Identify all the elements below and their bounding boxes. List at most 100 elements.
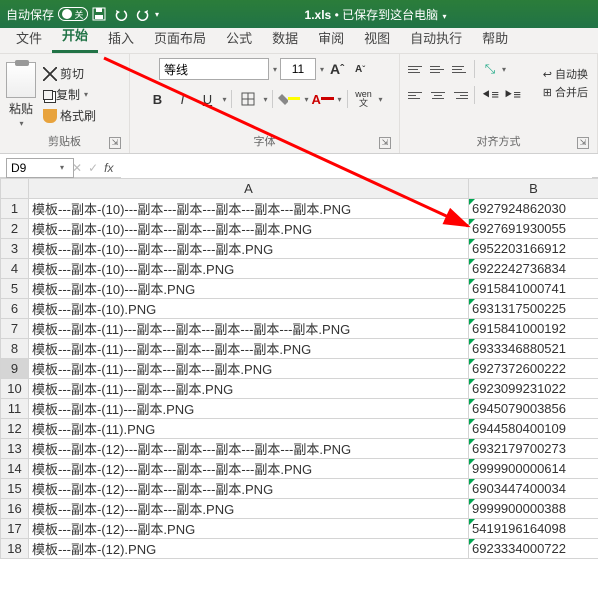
cell[interactable]: 6923099231022 [469,379,598,399]
align-middle-button[interactable] [428,60,448,78]
align-bottom-button[interactable] [450,60,470,78]
merge-button[interactable]: ⊞合并后 [543,84,588,100]
cell[interactable]: 模板---副本-(10)---副本---副本---副本---副本---副本.PN… [29,199,469,219]
border-button[interactable] [237,88,259,110]
col-header-a[interactable]: A [29,179,469,199]
cell[interactable]: 6903447400034 [469,479,598,499]
undo-icon[interactable] [112,5,130,23]
redo-icon[interactable] [134,5,152,23]
tab-view[interactable]: 视图 [354,24,400,53]
cell[interactable]: 6932179700273 [469,439,598,459]
row-header[interactable]: 18 [1,539,29,559]
increase-font-button[interactable]: Aˆ [327,59,347,79]
row-header[interactable]: 3 [1,239,29,259]
tab-layout[interactable]: 页面布局 [144,24,216,53]
cell[interactable]: 6945079003856 [469,399,598,419]
col-header-b[interactable]: B [469,179,598,199]
tab-home[interactable]: 开始 [52,21,98,53]
select-all-corner[interactable] [1,179,29,199]
tab-data[interactable]: 数据 [262,24,308,53]
row-header[interactable]: 1 [1,199,29,219]
row-header[interactable]: 10 [1,379,29,399]
row-header[interactable]: 6 [1,299,29,319]
copy-button[interactable]: 复制▾ [40,85,99,104]
tab-auto[interactable]: 自动执行 [400,24,472,53]
cell[interactable]: 6915841000741 [469,279,598,299]
cell[interactable]: 6927691930055 [469,219,598,239]
cell[interactable]: 模板---副本-(12).PNG [29,539,469,559]
cell[interactable]: 模板---副本-(12)---副本---副本---副本---副本.PNG [29,459,469,479]
cell[interactable]: 模板---副本-(10)---副本---副本.PNG [29,259,469,279]
decrease-font-button[interactable]: Aˇ [350,59,370,79]
fx-icon[interactable]: fx [104,161,113,175]
cell[interactable]: 6952203166912 [469,239,598,259]
row-header[interactable]: 9 [1,359,29,379]
align-center-button[interactable] [428,86,448,104]
increase-indent-button[interactable]: ⯈≡ [501,84,523,106]
row-header[interactable]: 5 [1,279,29,299]
font-launcher-icon[interactable]: ⇲ [379,137,391,149]
decrease-indent-button[interactable]: ⯇≡ [479,84,501,106]
row-header[interactable]: 13 [1,439,29,459]
row-header[interactable]: 11 [1,399,29,419]
tab-formulas[interactable]: 公式 [216,24,262,53]
cell[interactable]: 模板---副本-(12)---副本---副本---副本.PNG [29,479,469,499]
align-launcher-icon[interactable]: ⇲ [577,137,589,149]
cell[interactable]: 模板---副本-(11)---副本---副本---副本---副本---副本.PN… [29,319,469,339]
cell[interactable]: 模板---副本-(11)---副本---副本---副本---副本.PNG [29,339,469,359]
cell[interactable]: 模板---副本-(10).PNG [29,299,469,319]
formula-input[interactable] [121,158,592,178]
cell[interactable]: 模板---副本-(12)---副本.PNG [29,519,469,539]
cell[interactable]: 模板---副本-(12)---副本---副本.PNG [29,499,469,519]
tab-review[interactable]: 审阅 [308,24,354,53]
cell[interactable]: 6927924862030 [469,199,598,219]
cell[interactable]: 模板---副本-(11)---副本.PNG [29,399,469,419]
row-header[interactable]: 7 [1,319,29,339]
phonetic-button[interactable]: wen文 [353,88,375,110]
paste-icon[interactable] [6,62,36,98]
cell[interactable]: 9999900000614 [469,459,598,479]
row-header[interactable]: 15 [1,479,29,499]
cell[interactable]: 模板---副本-(11)---副本---副本.PNG [29,379,469,399]
row-header[interactable]: 8 [1,339,29,359]
cell[interactable]: 9999900000388 [469,499,598,519]
enter-icon[interactable]: ✓ [88,161,98,175]
cell[interactable]: 6933346880521 [469,339,598,359]
cancel-icon[interactable]: ✕ [72,161,82,175]
tab-help[interactable]: 帮助 [472,24,518,53]
font-color-button[interactable]: A [312,88,334,110]
orientation-button[interactable]: ⤡ [479,58,501,80]
cell[interactable]: 模板---副本-(11).PNG [29,419,469,439]
cell[interactable]: 6915841000192 [469,319,598,339]
bold-button[interactable]: B [146,88,168,110]
row-header[interactable]: 14 [1,459,29,479]
cell[interactable]: 6927372600222 [469,359,598,379]
cell[interactable]: 6922242736834 [469,259,598,279]
cell[interactable]: 模板---副本-(10)---副本---副本---副本---副本.PNG [29,219,469,239]
row-header[interactable]: 12 [1,419,29,439]
tab-insert[interactable]: 插入 [98,24,144,53]
paste-button[interactable]: 粘贴 [9,100,33,117]
italic-button[interactable]: I [171,88,193,110]
align-top-button[interactable] [406,60,426,78]
cell[interactable]: 模板---副本-(10)---副本.PNG [29,279,469,299]
format-painter-button[interactable]: 格式刷 [40,106,99,125]
cell[interactable]: 6923334000722 [469,539,598,559]
underline-button[interactable]: U [196,88,218,110]
row-header[interactable]: 16 [1,499,29,519]
cell[interactable]: 6944580400109 [469,419,598,439]
font-name-input[interactable] [159,58,269,80]
fill-color-button[interactable] [278,88,300,110]
align-right-button[interactable] [450,86,470,104]
cell[interactable]: 模板---副本-(11)---副本---副本---副本.PNG [29,359,469,379]
cell[interactable]: 5419196164098 [469,519,598,539]
cell[interactable]: 模板---副本-(10)---副本---副本---副本.PNG [29,239,469,259]
row-header[interactable]: 17 [1,519,29,539]
font-size-input[interactable] [280,58,316,80]
align-left-button[interactable] [406,86,426,104]
tab-file[interactable]: 文件 [6,24,52,53]
cell[interactable]: 6931317500225 [469,299,598,319]
spreadsheet-grid[interactable]: A B 1模板---副本-(10)---副本---副本---副本---副本---… [0,178,598,598]
cell[interactable]: 模板---副本-(12)---副本---副本---副本---副本---副本.PN… [29,439,469,459]
row-header[interactable]: 2 [1,219,29,239]
